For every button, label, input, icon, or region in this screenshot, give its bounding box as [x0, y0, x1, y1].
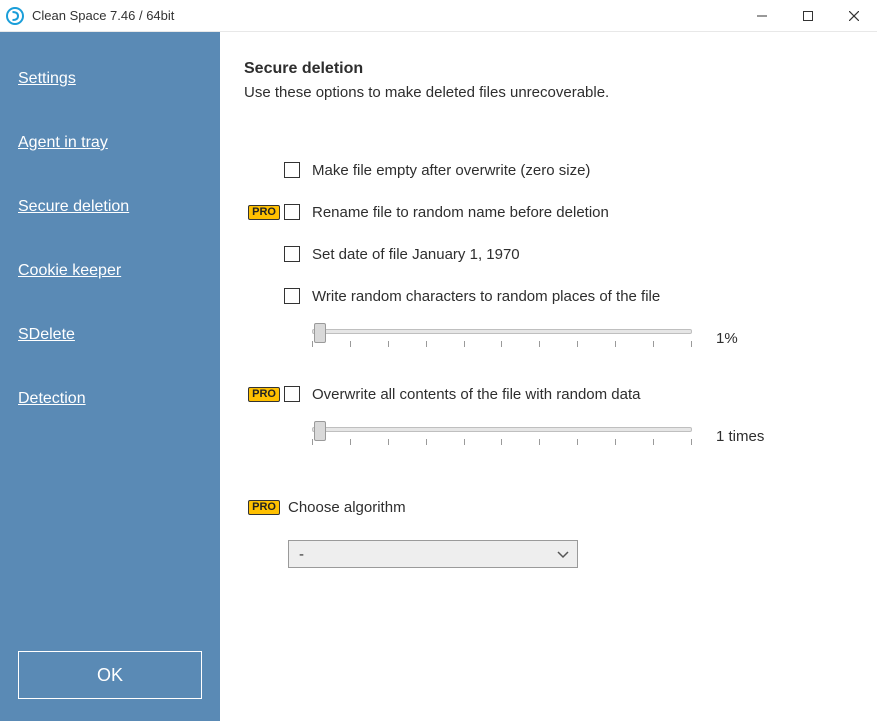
label-rename-random: Rename file to random name before deleti…	[312, 204, 609, 221]
slider-row-overwrite-times: 1 times	[244, 421, 853, 451]
pro-badge: PRO	[248, 500, 280, 515]
slider-row-random-chars: 1%	[244, 323, 853, 353]
slider-track	[312, 427, 692, 432]
slider-value-random-chars: 1%	[716, 330, 738, 347]
option-make-empty: Make file empty after overwrite (zero si…	[244, 159, 853, 181]
algorithm-label: Choose algorithm	[288, 499, 406, 516]
sidebar-item-secure-deletion[interactable]: Secure deletion	[0, 198, 220, 216]
pro-badge: PRO	[248, 387, 280, 402]
checkbox-write-random-chars[interactable]	[284, 288, 300, 304]
dropdown-selected: -	[299, 546, 304, 563]
slider-overwrite-times[interactable]	[312, 421, 692, 451]
checkbox-set-date[interactable]	[284, 246, 300, 262]
sidebar-item-agent-in-tray[interactable]: Agent in tray	[0, 134, 220, 152]
slider-track	[312, 329, 692, 334]
slider-value-overwrite-times: 1 times	[716, 428, 764, 445]
algorithm-dropdown[interactable]: -	[288, 540, 578, 568]
sidebar-item-cookie-keeper[interactable]: Cookie keeper	[0, 262, 220, 280]
label-make-empty: Make file empty after overwrite (zero si…	[312, 162, 590, 179]
window-title: Clean Space 7.46 / 64bit	[32, 8, 739, 23]
sidebar-item-settings[interactable]: Settings	[0, 70, 220, 88]
slider-thumb[interactable]	[314, 323, 326, 343]
slider-ticks	[312, 341, 692, 349]
close-button[interactable]	[831, 0, 877, 32]
sidebar-item-sdelete[interactable]: SDelete	[0, 326, 220, 344]
pro-badge: PRO	[248, 205, 280, 220]
sidebar: Settings Agent in tray Secure deletion C…	[0, 32, 220, 721]
titlebar: Clean Space 7.46 / 64bit	[0, 0, 877, 32]
chevron-down-icon	[557, 546, 569, 562]
algorithm-label-row: PRO Choose algorithm	[244, 499, 853, 516]
app-icon	[6, 7, 24, 25]
page-subtitle: Use these options to make deleted files …	[244, 84, 853, 101]
slider-random-chars[interactable]	[312, 323, 692, 353]
sidebar-item-detection[interactable]: Detection	[0, 390, 220, 408]
option-write-random-chars: Write random characters to random places…	[244, 285, 853, 307]
label-overwrite-all: Overwrite all contents of the file with …	[312, 386, 641, 403]
slider-thumb[interactable]	[314, 421, 326, 441]
option-rename-random: PRO Rename file to random name before de…	[244, 201, 853, 223]
slider-ticks	[312, 439, 692, 447]
main-panel: Secure deletion Use these options to mak…	[220, 32, 877, 721]
option-set-date: Set date of file January 1, 1970	[244, 243, 853, 265]
page-heading: Secure deletion	[244, 60, 853, 78]
checkbox-rename-random[interactable]	[284, 204, 300, 220]
label-write-random-chars: Write random characters to random places…	[312, 288, 660, 305]
maximize-button[interactable]	[785, 0, 831, 32]
minimize-button[interactable]	[739, 0, 785, 32]
ok-button[interactable]: OK	[18, 651, 202, 699]
checkbox-overwrite-all[interactable]	[284, 386, 300, 402]
content-area: Settings Agent in tray Secure deletion C…	[0, 32, 877, 721]
checkbox-make-empty[interactable]	[284, 162, 300, 178]
label-set-date: Set date of file January 1, 1970	[312, 246, 520, 263]
option-overwrite-all: PRO Overwrite all contents of the file w…	[244, 383, 853, 405]
